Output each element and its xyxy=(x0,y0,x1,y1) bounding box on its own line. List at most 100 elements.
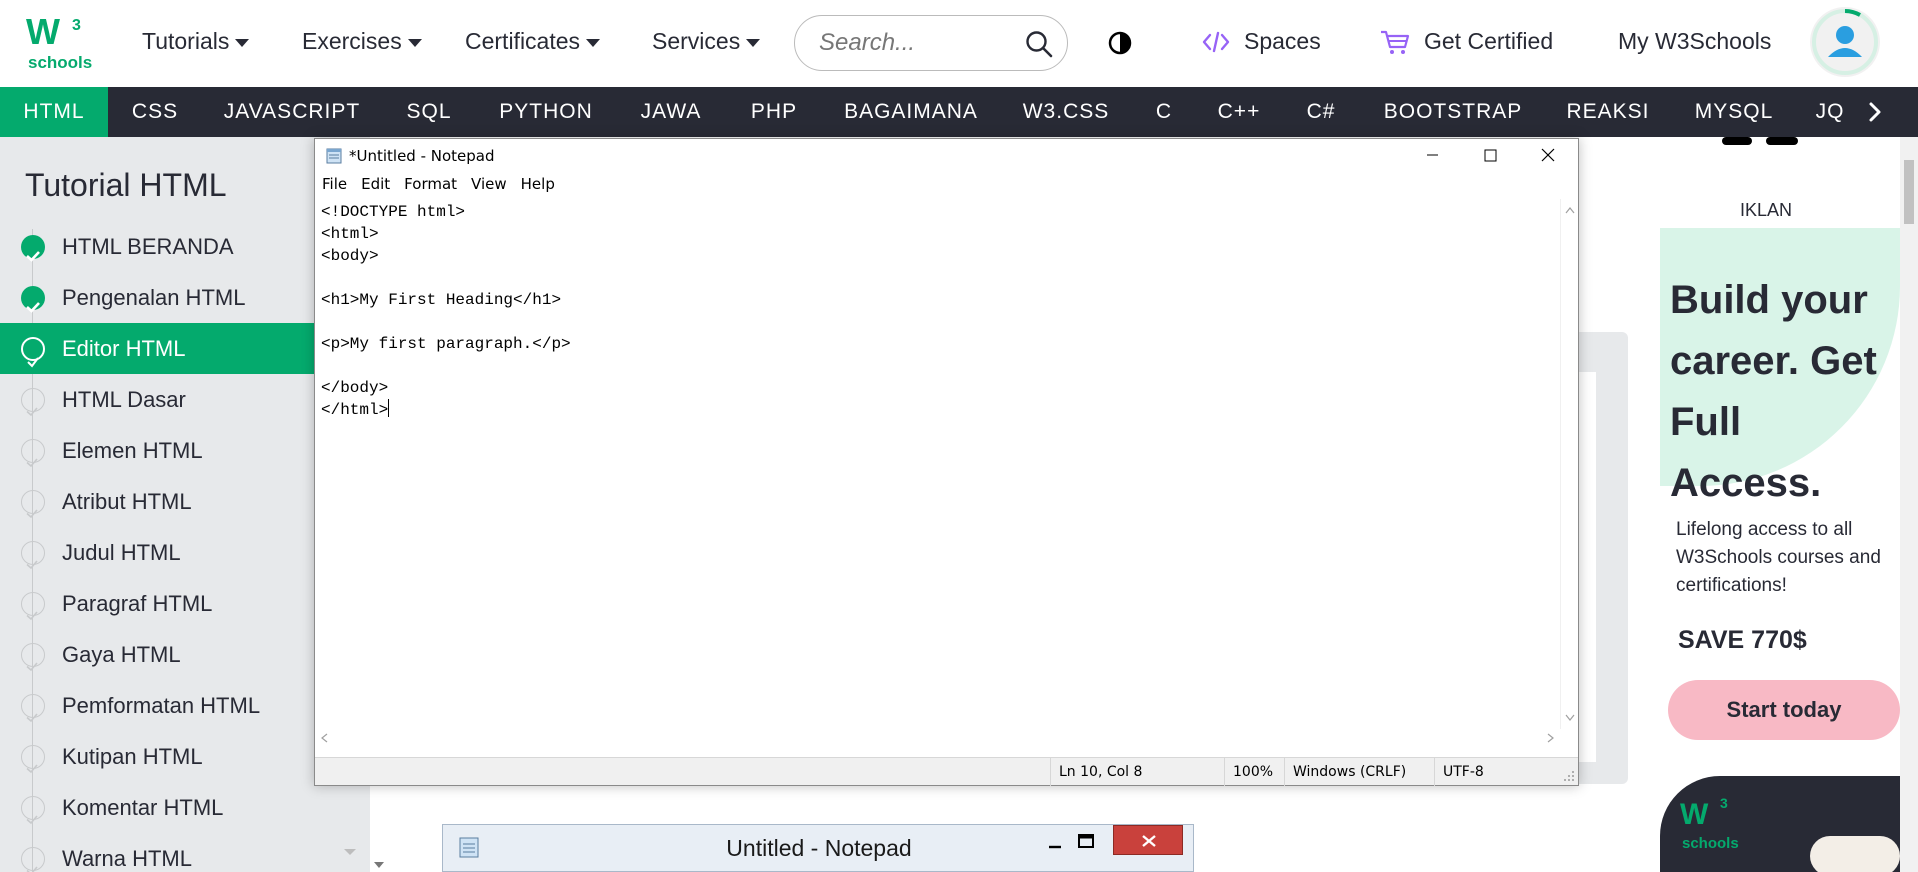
pending-check-icon xyxy=(21,439,45,468)
tutorial-notepad-image: Untitled - Notepad xyxy=(442,824,1194,872)
menu-exercises[interactable]: Exercises xyxy=(302,28,422,55)
my-w3schools-link[interactable]: My W3Schools xyxy=(1618,28,1771,55)
ad-footer: W 3 schools xyxy=(1660,776,1900,872)
sidebar-item-label: HTML BERANDA xyxy=(62,234,234,259)
search-input[interactable] xyxy=(819,28,1019,58)
logo-text: schools xyxy=(28,53,92,72)
svg-text:3: 3 xyxy=(1720,795,1728,811)
notepad-titlebar[interactable]: *Untitled - Notepad xyxy=(315,139,1578,172)
pending-check-icon xyxy=(21,745,45,774)
menu-certificates[interactable]: Certificates xyxy=(465,28,601,55)
sidebar-item-label: Pengenalan HTML xyxy=(62,285,246,310)
notepad-window[interactable]: *Untitled - Notepad File Edit Format Vie… xyxy=(314,138,1579,786)
menu-format[interactable]: Format xyxy=(397,172,464,196)
sidebar-item-label: Kutipan HTML xyxy=(62,744,203,769)
resize-grip-icon[interactable] xyxy=(1563,770,1575,782)
nav-w3css[interactable]: W3.CSS xyxy=(1014,87,1118,137)
close-button[interactable] xyxy=(1519,139,1577,172)
sidebar-item-komentar[interactable]: Komentar HTML xyxy=(0,782,370,833)
code-icon xyxy=(1202,31,1230,52)
menu-view[interactable]: View xyxy=(464,172,514,196)
completed-check-icon xyxy=(21,235,45,262)
social-icons[interactable] xyxy=(1722,137,1812,147)
tutorial-close-button xyxy=(1113,825,1183,855)
spaces-label: Spaces xyxy=(1244,28,1321,54)
nav-csharp[interactable]: C# xyxy=(1296,87,1346,137)
menu-services-label: Services xyxy=(652,28,741,54)
cart-icon xyxy=(1381,30,1410,54)
sidebar-item-warna[interactable]: Warna HTML xyxy=(0,833,370,872)
nav-javascript[interactable]: JAVASCRIPT xyxy=(208,87,376,137)
nav-jquery[interactable]: JQ xyxy=(1810,87,1850,137)
notepad-text-area[interactable]: <!DOCTYPE html> <html> <body> <h1>My Fir… xyxy=(315,199,1560,729)
completed-check-icon xyxy=(21,286,45,313)
notepad-content[interactable]: <!DOCTYPE html> <html> <body> <h1>My Fir… xyxy=(321,201,571,421)
status-zoom: 100% xyxy=(1224,758,1284,786)
caret-down-icon xyxy=(746,38,761,47)
sidebar-item-label: Warna HTML xyxy=(62,846,192,871)
w3schools-logo-icon: W 3 schools xyxy=(1680,795,1900,872)
user-avatar[interactable] xyxy=(1810,7,1880,77)
pending-check-icon xyxy=(21,643,45,672)
ad-headline: Build your career. Get Full Access. xyxy=(1670,278,1877,505)
nav-jawa[interactable]: JAWA xyxy=(626,87,716,137)
contrast-toggle-icon[interactable] xyxy=(1108,31,1132,55)
nav-python[interactable]: PYTHON xyxy=(488,87,604,137)
nav-css[interactable]: CSS xyxy=(112,87,198,137)
nav-scroll-right-button[interactable] xyxy=(1850,87,1900,137)
notepad-menubar: File Edit Format View Help xyxy=(315,172,1578,196)
menu-edit[interactable]: Edit xyxy=(354,172,397,196)
w3schools-logo[interactable]: W 3 schools xyxy=(22,10,92,74)
pending-check-icon xyxy=(21,592,45,621)
nav-cpp[interactable]: C++ xyxy=(1212,87,1266,137)
tutorial-nav-bar: HTML CSS JAVASCRIPT SQL PYTHON JAWA PHP … xyxy=(0,87,1918,137)
page-scrollbar[interactable] xyxy=(1900,137,1918,872)
scroll-arrows-icon xyxy=(321,733,1554,743)
svg-text:3: 3 xyxy=(72,17,81,34)
sidebar-item-label: HTML Dasar xyxy=(62,387,186,412)
pending-check-icon xyxy=(21,796,45,825)
menu-services[interactable]: Services xyxy=(652,28,761,55)
pending-check-icon xyxy=(21,847,45,872)
close-icon xyxy=(1142,835,1156,847)
notepad-vertical-scrollbar[interactable] xyxy=(1560,199,1578,729)
maximize-button[interactable] xyxy=(1461,139,1519,172)
advertisement[interactable]: Build your career. Get Full Access. Life… xyxy=(1660,228,1900,872)
menu-help[interactable]: Help xyxy=(514,172,562,196)
get-certified-link[interactable]: Get Certified xyxy=(1380,28,1553,55)
nav-bagaimana[interactable]: BAGAIMANA xyxy=(836,87,986,137)
sidebar-item-label: Editor HTML xyxy=(62,336,186,361)
nav-reaksi[interactable]: REAKSI xyxy=(1560,87,1656,137)
nav-html[interactable]: HTML xyxy=(0,87,108,137)
sidebar-scrollbar-arrow-icon[interactable] xyxy=(372,860,386,870)
text-cursor xyxy=(388,399,390,417)
search-icon[interactable] xyxy=(1025,30,1053,58)
svg-text:W: W xyxy=(26,11,60,52)
nav-php[interactable]: PHP xyxy=(734,87,814,137)
nav-bootstrap[interactable]: BOOTSTRAP xyxy=(1376,87,1530,137)
nav-sql[interactable]: SQL xyxy=(392,87,466,137)
sidebar-item-label: Judul HTML xyxy=(62,540,181,565)
caret-down-icon xyxy=(407,38,422,47)
minimize-button[interactable] xyxy=(1403,139,1461,172)
sidebar-item-label: Paragraf HTML xyxy=(62,591,213,616)
sidebar-item-label: Elemen HTML xyxy=(62,438,203,463)
caret-down-icon xyxy=(586,38,601,47)
ad-start-button[interactable]: Start today xyxy=(1668,680,1900,740)
menu-file[interactable]: File xyxy=(315,172,354,196)
sidebar-item-label: Atribut HTML xyxy=(62,489,192,514)
notepad-horizontal-scrollbar[interactable] xyxy=(315,729,1560,747)
notepad-statusbar: Ln 10, Col 8 100% Windows (CRLF) UTF-8 xyxy=(315,757,1578,786)
menu-tutorials-label: Tutorials xyxy=(142,28,230,54)
page-scrollbar-thumb[interactable] xyxy=(1904,160,1914,224)
ad-label: IKLAN xyxy=(1740,200,1793,220)
sidebar-scroll-down-icon[interactable] xyxy=(342,847,358,857)
status-encoding: UTF-8 xyxy=(1434,758,1578,786)
menu-tutorials[interactable]: Tutorials xyxy=(142,28,250,55)
pending-check-icon xyxy=(21,490,45,519)
scroll-arrows-icon xyxy=(1565,207,1575,721)
nav-c[interactable]: C xyxy=(1146,87,1182,137)
sidebar-title: Tutorial HTML xyxy=(25,167,227,203)
spaces-link[interactable]: Spaces xyxy=(1202,28,1321,55)
nav-mysql[interactable]: MYSQL xyxy=(1686,87,1782,137)
